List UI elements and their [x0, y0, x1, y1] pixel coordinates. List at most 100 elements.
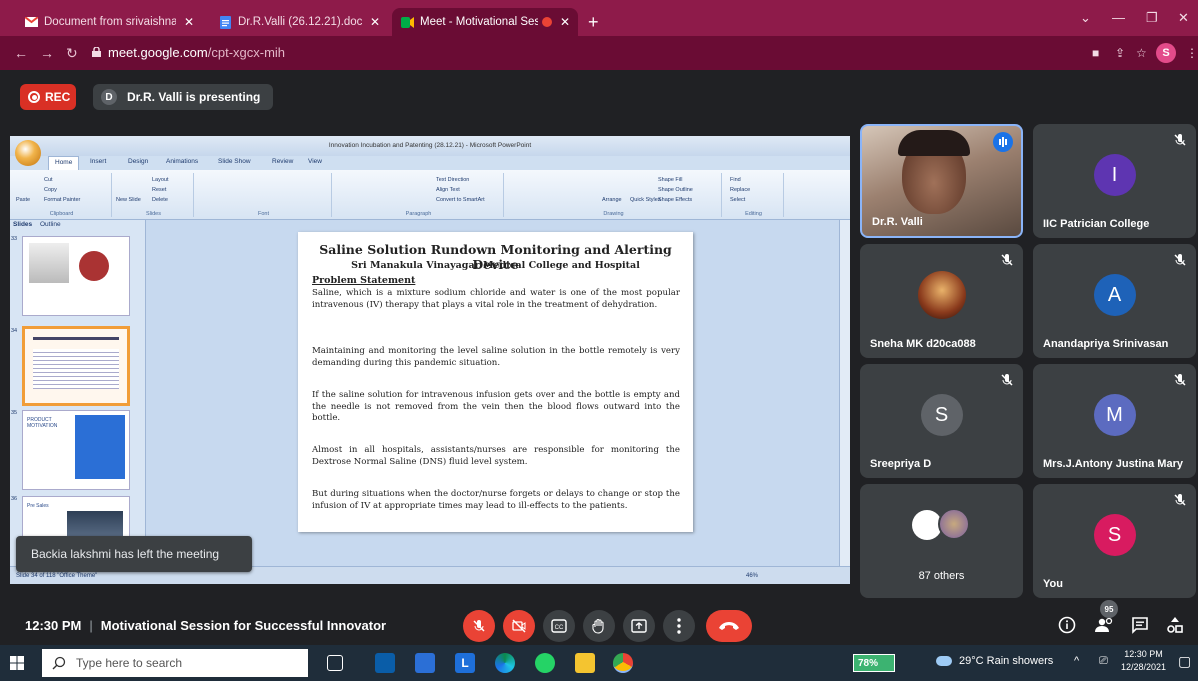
profile-avatar[interactable]: S [1156, 43, 1176, 63]
participant-name: You [1043, 578, 1063, 590]
menu-kebab-icon[interactable]: ⋮ [1186, 46, 1198, 60]
layout-label: Layout [152, 177, 169, 183]
slide-canvas: Saline Solution Rundown Monitoring and A… [298, 232, 693, 532]
separator: | [89, 618, 93, 633]
chevron-down-icon[interactable]: ⌄ [1080, 10, 1091, 26]
more-options-button[interactable] [663, 610, 695, 642]
ribbon-group-font: Font [196, 173, 332, 217]
task-view-icon[interactable] [327, 655, 343, 671]
participant-photo [917, 271, 966, 320]
leave-call-button[interactable] [706, 610, 752, 642]
notifications-icon[interactable]: ▢ [1178, 653, 1191, 670]
activities-button[interactable] [1166, 616, 1184, 639]
people-button[interactable] [1094, 616, 1116, 639]
slide-thumbnail [22, 236, 130, 316]
new-tab-icon[interactable]: + [588, 13, 599, 31]
minimize-icon[interactable]: — [1112, 10, 1125, 25]
whatsapp-icon[interactable] [535, 653, 555, 673]
edge-icon[interactable] [495, 653, 515, 673]
text-direction-label: Text Direction [436, 177, 470, 183]
participant-avatar: S [1093, 514, 1136, 557]
recording-indicator-icon [541, 17, 552, 27]
browser-tab-gmail[interactable]: Document from srivaishnavisures ✕ [16, 8, 202, 36]
office-button-icon [15, 140, 41, 166]
meeting-details-button[interactable] [1058, 616, 1076, 639]
bookmark-star-icon[interactable]: ☆ [1136, 46, 1147, 60]
participant-tile-self[interactable]: S You [1033, 484, 1196, 598]
pane-tab-slides: Slides [13, 221, 33, 228]
weather-widget[interactable]: 29°C Rain showers [936, 655, 1053, 667]
chrome-icon[interactable] [613, 653, 633, 673]
smartart-label: Convert to SmartArt [436, 197, 485, 203]
mic-off-icon [1174, 494, 1186, 506]
mail-app-icon[interactable] [375, 653, 395, 673]
slide-heading: Problem Statement [312, 275, 416, 286]
captions-button[interactable]: CC [543, 610, 575, 642]
more-vert-icon [677, 618, 681, 634]
ribbon-tab-view: View [308, 158, 322, 165]
present-screen-icon [631, 619, 647, 633]
battery-indicator[interactable]: 78% [853, 654, 895, 672]
participant-tile-others[interactable]: 87 others [860, 484, 1023, 598]
ribbon-tab-review: Review [272, 158, 294, 165]
powerpoint-window-title: Innovation Incubation and Patenting (28.… [328, 142, 532, 149]
close-tab-icon[interactable]: ✕ [370, 15, 380, 29]
present-button[interactable] [623, 610, 655, 642]
screen-root: Document from srivaishnavisures ✕ Dr.R.V… [0, 0, 1198, 681]
ribbon-tab-slideshow: Slide Show [218, 158, 251, 165]
forward-icon[interactable]: → [40, 45, 54, 61]
participant-name: IIC Patrician College [1043, 218, 1150, 230]
rec-label: REC [45, 90, 71, 104]
camera-toggle-button[interactable] [503, 610, 535, 642]
tab-title: Dr.R.Valli (26.12.21).docx - Googl [238, 16, 362, 28]
meeting-title: Motivational Session for Successful Inno… [100, 618, 387, 633]
participant-tile[interactable]: I IIC Patrician College [1033, 124, 1196, 238]
powerpoint-workspace: Slides Outline 33 34 35 PRODUCT MOTIVATI… [10, 220, 850, 576]
participant-tile[interactable]: Sneha MK d20ca088 [860, 244, 1023, 358]
meeting-info: 12:30 PM | Motivational Session for Succes… [25, 618, 386, 633]
file-explorer-icon[interactable] [575, 653, 595, 673]
url-host: meet.google.com [108, 45, 208, 60]
mic-off-icon [1174, 374, 1186, 386]
ribbon-group-editing: Find Replace Select Editing [724, 173, 784, 217]
browser-tab-docs[interactable]: Dr.R.Valli (26.12.21).docx - Googl ✕ [210, 8, 388, 36]
lens-app-icon[interactable]: L [455, 653, 475, 673]
taskbar-search[interactable]: Type here to search [42, 649, 308, 677]
raise-hand-button[interactable] [583, 610, 615, 642]
shape-effects-label: Shape Effects [658, 197, 693, 203]
slide-paragraph: Maintaining and monitoring the level sal… [312, 346, 680, 368]
back-icon[interactable]: ← [14, 45, 28, 61]
reload-icon[interactable]: ↻ [66, 45, 78, 62]
paste-label: Paste [16, 197, 31, 203]
meet-area: REC D Dr.R. Valli is presenting Innovatio… [0, 70, 1198, 645]
close-window-icon[interactable]: ✕ [1178, 10, 1189, 26]
network-icon[interactable]: ⎚ [1099, 655, 1108, 668]
browser-tab-meet[interactable]: Meet - Motivational Session ✕ [392, 8, 578, 36]
presented-screen: Innovation Incubation and Patenting (28.… [10, 136, 850, 584]
windows-taskbar: Type here to search L 78% 29°C Rain show… [0, 645, 1198, 681]
participant-tile[interactable]: A Anandapriya Srinivasan [1033, 244, 1196, 358]
participant-tile[interactable]: M Mrs.J.Antony Justina Mary [1033, 364, 1196, 478]
meeting-time: 12:30 PM [25, 618, 82, 633]
drawing-caption: Drawing [603, 211, 624, 217]
taskbar-clock[interactable]: 12:30 PM 12/28/2021 [1121, 648, 1166, 674]
cut-label: Cut [44, 177, 53, 183]
chat-button[interactable] [1131, 616, 1149, 639]
mic-off-icon [1174, 254, 1186, 266]
participant-tile[interactable]: S Sreepriya D [860, 364, 1023, 478]
close-tab-icon[interactable]: ✕ [560, 15, 570, 29]
slide-scrollbar[interactable] [839, 220, 850, 566]
meet-control-bar: 12:30 PM | Motivational Session for Succes… [0, 600, 1198, 646]
camera-icon[interactable]: ■ [1092, 46, 1099, 60]
clock-time: 12:30 PM [1124, 649, 1163, 659]
participant-tile-presenter[interactable]: Dr.R. Valli [860, 124, 1023, 238]
url-field[interactable]: meet.google.com/cpt-xgcx-mih [108, 45, 285, 60]
maximize-icon[interactable]: ❐ [1146, 10, 1158, 26]
windows-start-icon[interactable] [10, 656, 24, 675]
mic-toggle-button[interactable] [463, 610, 495, 642]
close-tab-icon[interactable]: ✕ [184, 15, 194, 29]
ribbon-group-clipboard: Paste Cut Copy Format Painter Clipboard [12, 173, 112, 217]
share-icon[interactable]: ⇪ [1115, 46, 1125, 60]
chevron-up-icon[interactable]: ^ [1074, 655, 1079, 667]
store-icon[interactable] [415, 653, 435, 673]
